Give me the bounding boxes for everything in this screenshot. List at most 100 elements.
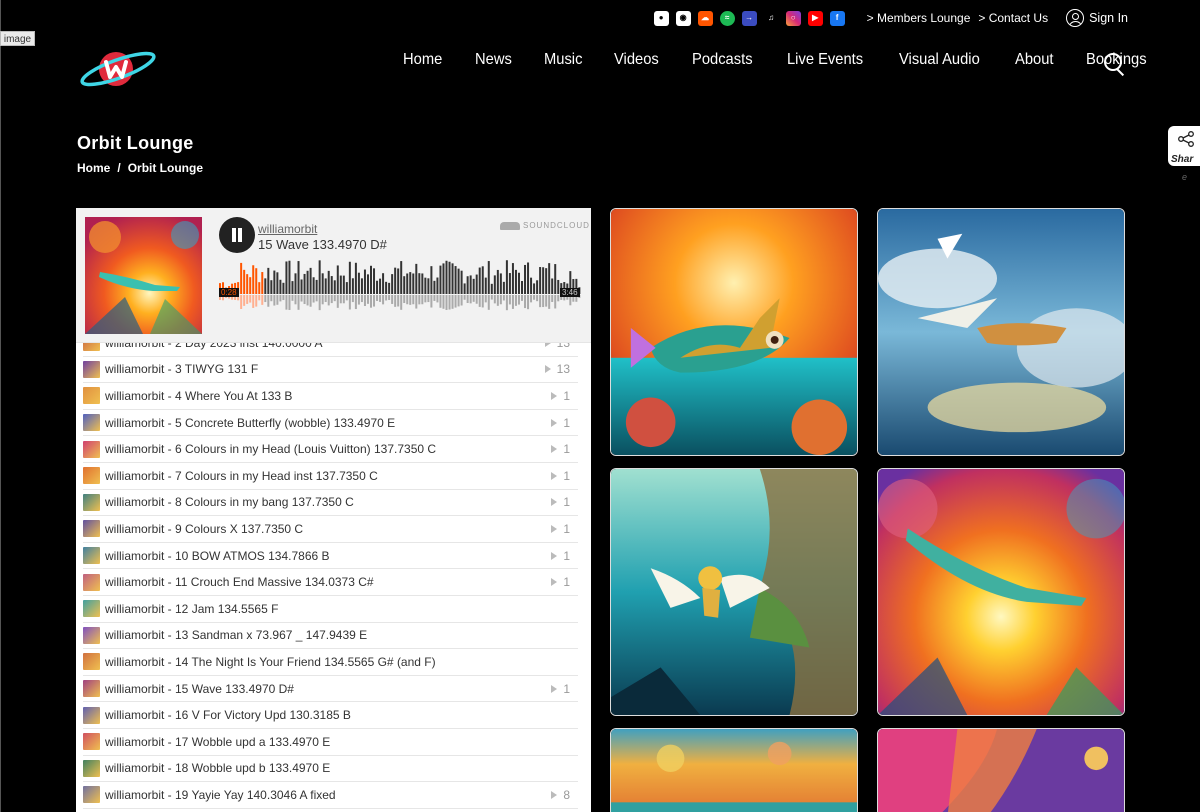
waveform-bar-reflection (481, 295, 484, 308)
waveform-bar-reflection (246, 295, 249, 304)
waveform-bar-reflection (424, 295, 427, 303)
site-logo[interactable] (78, 48, 158, 90)
waveform-bar (294, 273, 297, 294)
track-user[interactable]: williamorbit (258, 222, 317, 236)
waveform-bar (282, 282, 285, 294)
spotify-icon[interactable]: ≈ (719, 10, 735, 26)
waveform-bar (551, 278, 554, 294)
youtube-icon[interactable]: ▶ (807, 10, 823, 26)
podcast-icon[interactable]: ◉ (675, 10, 691, 26)
track-row[interactable]: williamorbit - 9 Colours X 137.7350 C 1 (83, 516, 578, 543)
gallery-image-pink-comet[interactable] (877, 728, 1125, 812)
waveform-bar-reflection (379, 295, 382, 302)
gallery-image-underwater-angel[interactable] (610, 468, 858, 716)
sign-in-button[interactable]: Sign In (1066, 9, 1128, 27)
track-row[interactable]: williamorbit - 8 Colours in my bang 137.… (83, 490, 578, 517)
instagram-icon[interactable]: ○ (785, 10, 801, 26)
waveform-bar-reflection (436, 295, 439, 303)
waveform-bar (324, 278, 327, 294)
waveform-bar-reflection (373, 295, 376, 307)
nav-videos[interactable]: Videos (614, 51, 659, 69)
breadcrumb: Home / Orbit Lounge (77, 161, 203, 175)
search-icon[interactable] (1104, 53, 1126, 75)
track-row[interactable]: williamorbit - 15 Wave 133.4970 D# 1 (83, 676, 578, 703)
track-thumbnail (83, 520, 100, 538)
pause-button[interactable] (219, 217, 255, 253)
track-name: williamorbit - 17 Wobble upd a 133.4970 … (105, 734, 331, 749)
waveform-bar-reflection (478, 295, 481, 307)
track-row[interactable]: williamorbit - 4 Where You At 133 B 1 (83, 383, 578, 410)
track-row[interactable]: williamorbit - 12 Jam 134.5565 F (83, 596, 578, 623)
soundcloud-brand[interactable]: SOUNDCLOUD (500, 221, 590, 230)
waveform-bar-reflection (451, 295, 454, 309)
tiktok-icon[interactable]: ♫ (763, 10, 779, 26)
track-row[interactable]: williamorbit - 3 TIWYG 131 F 13 (83, 357, 578, 384)
waveform-bar (300, 279, 303, 294)
waveform-bar-reflection (524, 295, 527, 309)
track-name: williamorbit - 19 Yayie Yay 140.3046 A f… (105, 787, 336, 802)
nav-news[interactable]: News (475, 51, 512, 69)
track-thumbnail (83, 706, 100, 724)
waveform-bar (448, 261, 451, 294)
share-button[interactable]: Shar (1168, 126, 1200, 166)
track-row[interactable]: williamorbit - 5 Concrete Butterfly (wob… (83, 410, 578, 437)
gallery-image-flying-fish[interactable] (610, 208, 858, 456)
play-count-value: 1 (563, 575, 570, 590)
apple-music-icon[interactable]: ● (653, 10, 669, 26)
waveform-bar-reflection (517, 295, 520, 305)
waveform-bar (403, 276, 406, 294)
play-count-value: 1 (563, 495, 570, 510)
waveform-bar-reflection (370, 295, 372, 308)
social-links: ● ◉ ☁ ≈ → ♫ ○ ▶ f (653, 10, 845, 26)
waveform-bar (490, 283, 493, 294)
track-row[interactable]: williamorbit - 14 The Night Is Your Frie… (83, 649, 578, 676)
waveform-bar-reflection (336, 295, 339, 308)
nav-home[interactable]: Home (403, 51, 442, 69)
gallery-image-sunset-beach[interactable] (610, 728, 858, 812)
waveform[interactable] (219, 260, 582, 320)
gallery-image-winged-figures[interactable] (877, 208, 1125, 456)
waveform-bar-reflection (394, 295, 397, 307)
track-row[interactable]: williamorbit - 13 Sandman x 73.967 _ 147… (83, 623, 578, 650)
amazon-music-icon[interactable]: → (741, 10, 757, 26)
facebook-icon[interactable]: f (829, 10, 845, 26)
nav-visual-audio[interactable]: Visual Audio (899, 51, 980, 69)
waveform-bar (394, 267, 397, 294)
waveform-bar (376, 280, 379, 294)
page-title: Orbit Lounge (77, 133, 194, 153)
nav-about[interactable]: About (1015, 51, 1053, 69)
track-row[interactable]: williamorbit - 11 Crouch End Massive 134… (83, 569, 578, 596)
track-row[interactable]: williamorbit - 10 BOW ATMOS 134.7866 B 1 (83, 543, 578, 570)
track-row[interactable]: williamorbit - 6 Colours in my Head (Lou… (83, 436, 578, 463)
soundcloud-icon[interactable]: ☁ (697, 10, 713, 26)
waveform-bar-reflection (469, 295, 472, 304)
waveform-bar-reflection (327, 295, 330, 306)
track-row[interactable]: williamorbit - 16 V For Victory Upd 130.… (83, 702, 578, 729)
gallery-image-diver-explosion[interactable] (877, 468, 1125, 716)
waveform-bar (502, 281, 505, 294)
waveform-bar (457, 268, 460, 294)
contact-us-link[interactable]: > Contact Us (978, 11, 1048, 25)
play-count-icon (551, 684, 558, 693)
waveform-bar (363, 269, 366, 294)
soundcloud-logo-icon (500, 221, 520, 230)
track-row[interactable]: williamorbit - 19 Yayie Yay 140.3046 A f… (83, 782, 578, 809)
track-thumbnail (83, 414, 100, 432)
play-count: 1 (551, 522, 570, 536)
nav-music[interactable]: Music (544, 51, 582, 69)
play-count: 1 (551, 495, 570, 509)
breadcrumb-home[interactable]: Home (77, 161, 110, 175)
breadcrumb-separator: / (117, 161, 121, 175)
track-thumbnail (83, 733, 100, 751)
track-row[interactable]: williamorbit - 17 Wobble upd a 133.4970 … (83, 729, 578, 756)
nav-podcasts[interactable]: Podcasts (692, 51, 753, 69)
nav-live-events[interactable]: Live Events (787, 51, 863, 69)
track-row[interactable]: williamorbit - 7 Colours in my Head inst… (83, 463, 578, 490)
track-title[interactable]: 15 Wave 133.4970 D# (258, 237, 387, 252)
members-lounge-link[interactable]: > Members Lounge (867, 11, 971, 25)
waveform-bar (357, 272, 360, 294)
waveform-bar (400, 261, 403, 294)
track-name: williamorbit - 18 Wobble upd b 133.4970 … (105, 761, 331, 776)
track-row[interactable]: williamorbit - 18 Wobble upd b 133.4970 … (83, 756, 578, 783)
waveform-bar-reflection (333, 295, 336, 302)
